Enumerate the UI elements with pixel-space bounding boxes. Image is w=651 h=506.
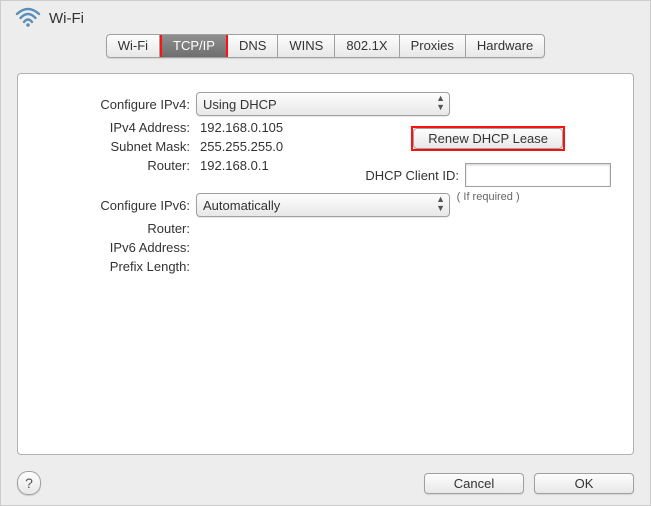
configure-ipv4-label: Configure IPv4: <box>18 97 196 112</box>
ipv6-router-label: Router: <box>18 221 196 236</box>
dhcp-client-id-label: DHCP Client ID: <box>365 168 459 183</box>
caret-icon: ▲▼ <box>436 94 445 112</box>
renew-dhcp-lease-button[interactable]: Renew DHCP Lease <box>413 128 563 149</box>
tab-tcpip[interactable]: TCP/IP <box>160 34 228 58</box>
ipv4-router-value: 192.168.0.1 <box>196 158 269 173</box>
tab-8021x[interactable]: 802.1X <box>335 35 399 57</box>
window-title: Wi-Fi <box>49 10 84 27</box>
configure-ipv6-value: Automatically <box>203 198 280 213</box>
tab-dns[interactable]: DNS <box>228 35 278 57</box>
ok-button[interactable]: OK <box>534 473 634 494</box>
configure-ipv4-select[interactable]: Using DHCP ▲▼ <box>196 92 450 116</box>
help-button[interactable]: ? <box>17 471 41 495</box>
footer: ? Cancel OK <box>1 461 650 505</box>
caret-icon: ▲▼ <box>436 195 445 213</box>
ipv4-address-value: 192.168.0.105 <box>196 120 283 135</box>
ipv6-address-label: IPv6 Address: <box>18 240 196 255</box>
configure-ipv6-select[interactable]: Automatically ▲▼ <box>196 193 450 217</box>
tab-bar: Wi-Fi TCP/IP DNS WINS 802.1X Proxies Har… <box>1 34 650 58</box>
ipv4-router-label: Router: <box>18 158 196 173</box>
tab-wifi[interactable]: Wi-Fi <box>107 35 160 57</box>
subnet-mask-label: Subnet Mask: <box>18 139 196 154</box>
configure-ipv4-value: Using DHCP <box>203 97 277 112</box>
window-header: Wi-Fi <box>1 1 650 34</box>
configure-ipv6-label: Configure IPv6: <box>18 198 196 213</box>
tab-proxies[interactable]: Proxies <box>400 35 466 57</box>
ipv4-address-label: IPv4 Address: <box>18 120 196 135</box>
tab-hardware[interactable]: Hardware <box>466 35 544 57</box>
cancel-button[interactable]: Cancel <box>424 473 524 494</box>
wifi-icon <box>15 7 41 30</box>
subnet-mask-value: 255.255.255.0 <box>196 139 283 154</box>
content-panel: Configure IPv4: Using DHCP ▲▼ IPv4 Addre… <box>17 73 634 455</box>
tab-wins[interactable]: WINS <box>278 35 335 57</box>
dhcp-right-pane: Renew DHCP Lease DHCP Client ID: ( If re… <box>365 126 611 203</box>
dhcp-client-id-input[interactable] <box>465 163 611 187</box>
network-advanced-window: Wi-Fi Wi-Fi TCP/IP DNS WINS 802.1X Proxi… <box>0 0 651 506</box>
prefix-length-label: Prefix Length: <box>18 259 196 274</box>
